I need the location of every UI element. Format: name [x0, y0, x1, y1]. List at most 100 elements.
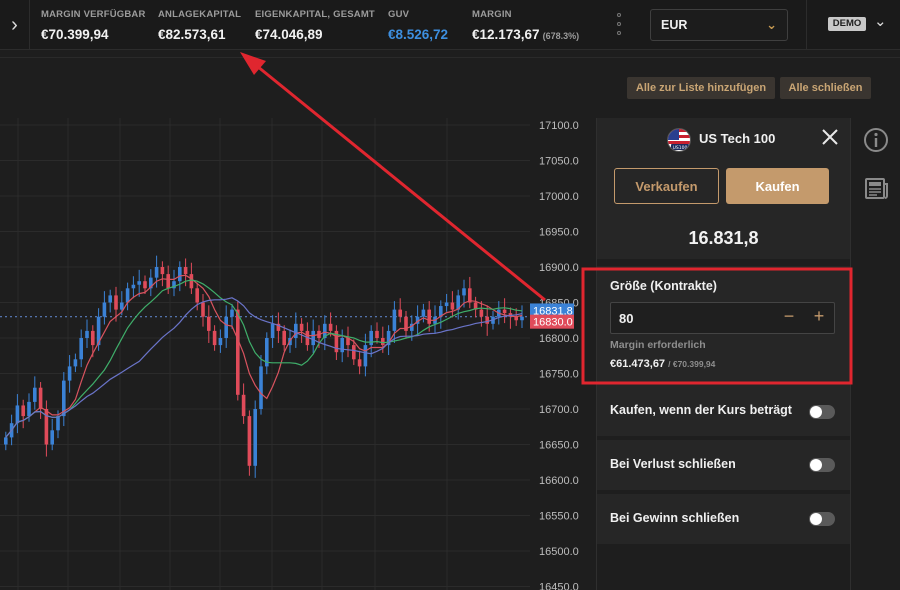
- buy-button[interactable]: Kaufen: [726, 168, 829, 204]
- decrease-size-button[interactable]: −: [778, 306, 800, 330]
- candle-body: [73, 359, 78, 367]
- take-profit-toggle[interactable]: [809, 512, 835, 526]
- stat-margin-available: MARGIN VERFÜGBAR €70.399,94: [41, 9, 146, 42]
- candle-body: [259, 366, 263, 409]
- candle-body: [4, 437, 8, 445]
- candle-body: [85, 330, 89, 338]
- stat-capital: ANLAGEKAPITAL €82.573,61: [158, 9, 241, 42]
- stat-label: MARGIN: [472, 9, 512, 20]
- candle-body: [392, 309, 397, 331]
- chevron-down-icon: ⌄: [766, 17, 777, 32]
- stat-label: MARGIN VERFÜGBAR: [41, 9, 146, 20]
- candle-body: [131, 284, 136, 289]
- candle-body: [207, 316, 211, 331]
- limit-order-toggle[interactable]: [809, 405, 835, 419]
- stop-loss-card: Bei Verlust schließen: [597, 440, 850, 490]
- candle-body: [137, 281, 141, 285]
- candle-body: [178, 267, 182, 282]
- divider: [806, 0, 807, 50]
- stat-value: €82.573,61: [158, 27, 226, 42]
- add-all-to-list-button[interactable]: Alle zur Liste hinzufügen: [627, 77, 775, 99]
- candlestick-chart[interactable]: 17100.017050.017000.016950.016900.016850…: [0, 118, 596, 590]
- margin-available-value: / €70.399,94: [668, 359, 716, 369]
- limit-order-label: Kaufen, wenn der Kurs beträgt: [610, 403, 792, 417]
- increase-size-button[interactable]: +: [808, 306, 830, 330]
- account-menu-chevron-icon[interactable]: ⌄: [874, 12, 887, 30]
- candle-body: [102, 302, 107, 317]
- more-options-icon[interactable]: [613, 13, 625, 35]
- price-axis-label: 16450.0: [539, 582, 579, 590]
- candle-body: [108, 295, 112, 303]
- candle-body: [120, 302, 124, 310]
- candle-body: [502, 309, 507, 314]
- chevron-right-icon[interactable]: ›: [0, 0, 30, 50]
- candle-body: [328, 323, 333, 331]
- candle-body: [56, 416, 60, 431]
- close-all-button[interactable]: Alle schließen: [780, 77, 871, 99]
- size-input[interactable]: 80: [619, 311, 633, 326]
- price-axis-label: 16900.0: [539, 262, 579, 274]
- candle-body: [253, 409, 257, 466]
- candle-body: [375, 330, 379, 338]
- limit-order-card: Kaufen, wenn der Kurs beträgt: [597, 384, 850, 436]
- instrument-name: US Tech 100: [699, 131, 776, 146]
- order-panel: US100 US Tech 100 Verkaufen Kaufen 16.83…: [596, 118, 850, 590]
- candle-body: [270, 323, 275, 338]
- price-axis-label: 16550.0: [539, 511, 579, 523]
- currency-value: EUR: [661, 18, 688, 32]
- candle-body: [247, 416, 252, 466]
- candle-body: [427, 309, 431, 324]
- candle-body: [189, 274, 194, 289]
- current-price: 16.831,8: [688, 228, 759, 248]
- close-icon[interactable]: [819, 126, 841, 148]
- candle-body: [33, 387, 37, 402]
- stat-margin-percent: (678.3%): [542, 31, 580, 41]
- price-chart[interactable]: 17100.017050.017000.016950.016900.016850…: [0, 118, 596, 590]
- currency-select[interactable]: EUR ⌄: [650, 9, 788, 41]
- stat-margin: MARGIN €12.173,67 (678.3%): [472, 9, 579, 42]
- candle-body: [421, 309, 426, 317]
- stat-label: GUV: [388, 9, 410, 20]
- demo-badge: DEMO: [828, 17, 866, 31]
- margin-required-label: Margin erforderlich: [610, 339, 706, 351]
- size-label: Größe (Kontrakte): [610, 279, 717, 293]
- instrument-card: US100 US Tech 100 Verkaufen Kaufen 16.83…: [597, 118, 850, 259]
- candle-body: [299, 323, 304, 331]
- price-axis-label: 16800.0: [539, 333, 579, 345]
- flag-badge-text: US100: [673, 145, 688, 151]
- stop-loss-toggle[interactable]: [809, 458, 835, 472]
- news-icon[interactable]: [862, 174, 890, 202]
- take-profit-label: Bei Gewinn schließen: [610, 511, 740, 525]
- candle-body: [241, 394, 246, 417]
- candle-body: [154, 267, 159, 278]
- candle-body: [340, 338, 344, 353]
- candle-body: [236, 309, 240, 395]
- side-icon-strip: [850, 118, 900, 590]
- account-summary-bar: › MARGIN VERFÜGBAR €70.399,94 ANLAGEKAPI…: [0, 0, 900, 50]
- size-card: Größe (Kontrakte) 80 − + Margin erforder…: [597, 266, 850, 394]
- info-icon[interactable]: [862, 126, 890, 154]
- moving-average-fast: [5, 274, 523, 438]
- candle-body: [50, 430, 54, 445]
- candle-body: [485, 316, 489, 324]
- price-axis-label: 16600.0: [539, 475, 579, 487]
- candle-body: [143, 281, 147, 289]
- candle-body: [183, 267, 188, 275]
- candle-body: [352, 345, 356, 360]
- bid-price-tag: 16830.0: [533, 317, 573, 329]
- candle-body: [79, 338, 83, 360]
- candle-body: [520, 316, 524, 321]
- candle-body: [398, 309, 402, 317]
- margin-required-value: €61.473,67: [610, 358, 666, 370]
- candle-body: [38, 387, 43, 409]
- candle-body: [201, 302, 205, 317]
- candle-body: [294, 323, 298, 338]
- stat-value: €8.526,72: [388, 27, 449, 42]
- stat-label: EIGENKAPITAL, GESAMT: [255, 9, 375, 20]
- candle-body: [21, 405, 25, 417]
- sell-button[interactable]: Verkaufen: [614, 168, 719, 204]
- price-axis-label: 16950.0: [539, 227, 579, 239]
- stat-value-row: €12.173,67 (678.3%): [472, 27, 579, 42]
- candle-body: [462, 288, 466, 296]
- candle-body: [444, 302, 449, 307]
